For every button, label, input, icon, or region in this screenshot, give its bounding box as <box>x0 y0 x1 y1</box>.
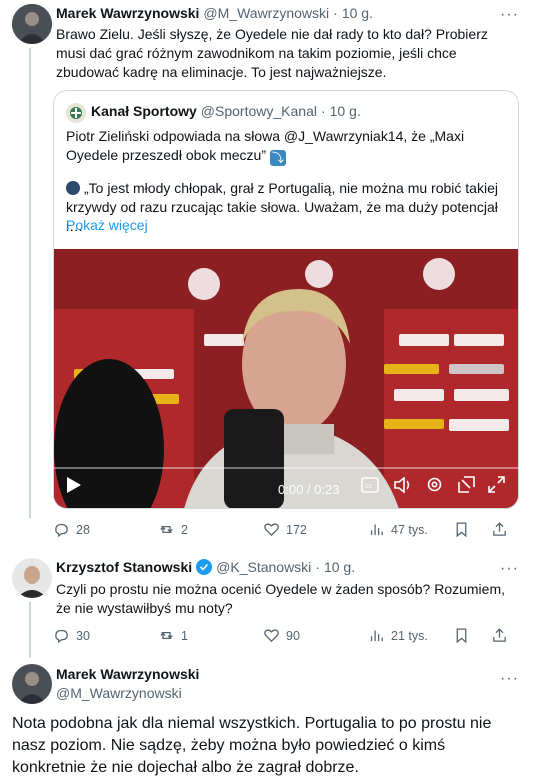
repost-button[interactable]: 1 <box>158 627 188 644</box>
quoted-tweet-card[interactable]: Kanał Sportowy @Sportowy_Kanal · 10 g. P… <box>53 90 519 509</box>
svg-text:cc: cc <box>365 483 373 490</box>
tweet-text: Nota podobna jak dla niemal wszystkich. … <box>12 715 492 776</box>
video-frame <box>54 249 518 508</box>
show-more-link[interactable]: Pokaż więcej <box>66 217 148 233</box>
avatar[interactable] <box>12 4 52 44</box>
reply-icon <box>55 523 68 538</box>
tweet-time[interactable]: 10 g. <box>324 559 355 575</box>
thread-line <box>29 48 31 518</box>
author-name[interactable]: Marek Wawrzynowski <box>56 5 199 21</box>
separator-dot: · <box>315 559 320 575</box>
views-button[interactable]: 47 tys. <box>368 521 428 538</box>
picture-in-picture-icon[interactable] <box>458 476 475 498</box>
tweet-actions: 30 1 90 21 tys. <box>53 627 519 647</box>
reply-count: 30 <box>76 628 90 643</box>
more-options-icon[interactable]: ··· <box>500 670 519 688</box>
bookmark-button[interactable] <box>453 521 470 538</box>
quote-line-1: Piotr Zieliński odpowiada na słowa @J_Wa… <box>66 128 465 163</box>
more-options-icon[interactable]: ··· <box>500 560 519 578</box>
quote-author-name: Kanał Sportowy <box>91 103 197 119</box>
video-time: 0:00 / 0:23 <box>278 482 340 497</box>
reply-button[interactable]: 28 <box>53 521 90 538</box>
reply-button[interactable]: 30 <box>53 627 90 644</box>
heart-icon <box>264 523 279 537</box>
repost-icon <box>160 632 173 639</box>
bookmark-icon <box>456 522 467 538</box>
author-name[interactable]: Marek Wawrzynowski <box>56 666 199 684</box>
play-icon[interactable] <box>66 476 82 499</box>
settings-gear-icon[interactable] <box>426 476 443 498</box>
reply-count: 28 <box>76 522 90 537</box>
video-progress-bar[interactable] <box>54 467 518 469</box>
repost-button[interactable]: 2 <box>158 521 188 538</box>
views-chart-icon <box>370 630 383 642</box>
heart-icon <box>264 629 279 643</box>
bookmark-icon <box>456 628 467 644</box>
repost-count: 1 <box>181 628 188 643</box>
author-name[interactable]: Krzysztof Stanowski <box>56 559 192 575</box>
view-count: 21 tys. <box>391 628 428 643</box>
more-options-icon[interactable]: ··· <box>500 6 519 24</box>
views-button[interactable]: 21 tys. <box>368 627 428 644</box>
bookmark-button[interactable] <box>453 627 470 644</box>
thread-line <box>29 602 31 658</box>
tweet-text: Czyli po prostu nie można ocenić Oyedele… <box>56 581 506 616</box>
share-icon <box>493 628 506 642</box>
tweet-text: Brawo Zielu. Jeśli słyszę, że Oyedele ni… <box>56 26 488 80</box>
volume-icon[interactable] <box>394 476 412 498</box>
author-name-text: Marek Wawrzynowski <box>56 666 200 682</box>
share-button[interactable] <box>491 627 508 644</box>
separator-dot: · <box>333 5 338 21</box>
like-button[interactable]: 172 <box>263 521 307 538</box>
author-handle[interactable]: @M_Wawrzynowski <box>56 685 182 701</box>
share-button[interactable] <box>491 521 508 538</box>
share-icon <box>493 522 506 536</box>
view-count: 47 tys. <box>391 522 428 537</box>
like-button[interactable]: 90 <box>263 627 300 644</box>
reply-icon <box>55 629 68 644</box>
repost-icon <box>160 526 173 533</box>
like-count: 90 <box>286 628 300 643</box>
quote-avatar <box>66 103 86 123</box>
quote-header: Kanał Sportowy @Sportowy_Kanal · 10 g. <box>91 103 361 119</box>
avatar[interactable] <box>12 558 52 598</box>
views-chart-icon <box>370 524 383 536</box>
tweet-time[interactable]: 10 g. <box>342 5 373 21</box>
arrow-down-emoji-icon: ⤵ <box>269 150 286 166</box>
captions-icon[interactable]: cc <box>361 477 379 498</box>
video-player[interactable]: 0:00 / 0:23 cc <box>54 249 518 508</box>
fullscreen-icon[interactable] <box>488 476 505 498</box>
quote-text-1: Piotr Zieliński odpowiada na słowa @J_Wa… <box>66 127 506 166</box>
speaking-head-emoji-icon <box>66 181 80 195</box>
avatar[interactable] <box>12 664 52 704</box>
author-handle[interactable]: @M_Wawrzynowski <box>203 5 329 21</box>
quote-time: 10 g. <box>329 103 361 119</box>
tweet-header: Krzysztof Stanowski @K_Stanowski · 10 g. <box>56 559 355 575</box>
quote-author-handle: @Sportowy_Kanal <box>200 103 317 119</box>
tweet-header: Marek Wawrzynowski @M_Wawrzynowski · 10 … <box>56 5 373 21</box>
tweet-actions: 28 2 172 47 tys. <box>53 521 519 541</box>
repost-count: 2 <box>181 522 188 537</box>
like-count: 172 <box>286 522 307 537</box>
verified-badge-icon <box>196 559 213 575</box>
separator-dot: · <box>320 103 326 119</box>
author-handle[interactable]: @K_Stanowski <box>216 559 311 575</box>
